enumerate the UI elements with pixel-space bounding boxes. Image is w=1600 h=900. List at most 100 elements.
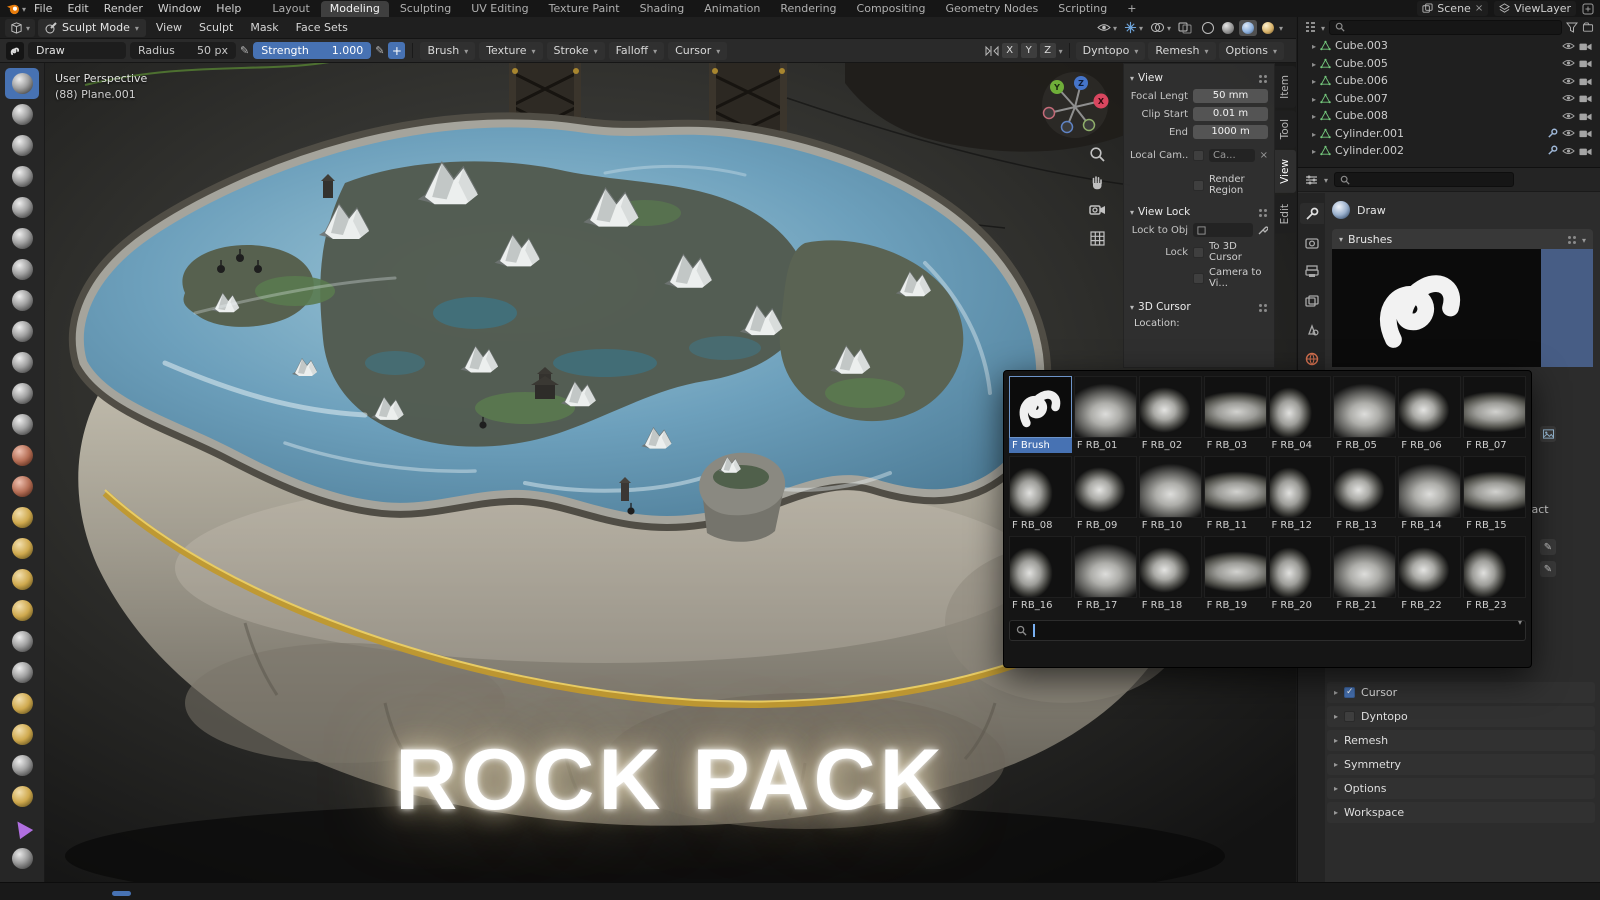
brush-thumbnail[interactable]: [1463, 536, 1526, 598]
stroke-popover[interactable]: Stroke: [547, 42, 605, 60]
object-name[interactable]: Cube.007: [1335, 92, 1558, 105]
tool-flatten[interactable]: [5, 378, 39, 409]
brush-thumbnail[interactable]: [1074, 376, 1137, 438]
tab-output[interactable]: [1300, 261, 1324, 282]
brush-thumbnail[interactable]: [1074, 456, 1137, 518]
brush-item[interactable]: F RB_13: [1333, 456, 1396, 533]
brush-item[interactable]: F RB_11: [1204, 456, 1267, 533]
workspace-tab-scripting[interactable]: Scripting: [1049, 1, 1116, 17]
properties-search-input[interactable]: [1334, 172, 1514, 187]
properties-editor-icon[interactable]: [1305, 174, 1318, 186]
overlays-dropdown[interactable]: [1150, 21, 1171, 34]
tool-multiplane-scrape[interactable]: [5, 471, 39, 502]
local-camera-checkbox[interactable]: [1193, 150, 1204, 161]
object-name[interactable]: Cube.003: [1335, 39, 1558, 52]
brush-item[interactable]: F RB_23: [1463, 536, 1526, 613]
outliner-search-input[interactable]: [1329, 20, 1562, 35]
disable-render-camera-icon[interactable]: [1579, 93, 1592, 103]
outliner-row[interactable]: Cube.008: [1298, 107, 1600, 125]
object-name[interactable]: Cube.008: [1335, 109, 1558, 122]
scene-selector[interactable]: Scene: [1417, 1, 1488, 16]
tool-snake-hook[interactable]: [5, 595, 39, 626]
brushes-panel-chevron-icon[interactable]: [1582, 233, 1586, 246]
axis-negx-handle[interactable]: [1044, 108, 1055, 119]
brush-thumbnail[interactable]: [1269, 536, 1332, 598]
texture-popover[interactable]: Texture: [479, 42, 542, 60]
outliner-editor-icon[interactable]: [1304, 21, 1317, 33]
eyedropper-icon[interactable]: [1258, 225, 1268, 235]
menu-render[interactable]: Render: [97, 1, 150, 16]
sidebar-tab-edit[interactable]: Edit: [1275, 195, 1296, 233]
move-view-hand-icon[interactable]: [1089, 174, 1106, 191]
brush-item[interactable]: F RB_03: [1204, 376, 1267, 453]
tool-layer[interactable]: [5, 223, 39, 254]
brush-item[interactable]: F RB_05: [1333, 376, 1396, 453]
panel-workspace[interactable]: Workspace: [1327, 802, 1595, 823]
brush-item[interactable]: F RB_19: [1204, 536, 1267, 613]
brush-thumbnail[interactable]: [1204, 536, 1267, 598]
new-viewlayer-icon[interactable]: [1582, 3, 1594, 15]
shading-rendered-button[interactable]: [1259, 20, 1277, 36]
brush-item[interactable]: F RB_09: [1074, 456, 1137, 533]
workspace-tab-layout[interactable]: Layout: [263, 1, 318, 17]
panel-cursor[interactable]: Cursor: [1327, 682, 1595, 703]
disable-render-camera-icon[interactable]: [1579, 128, 1592, 138]
panel-dyntopo[interactable]: Dyntopo: [1327, 706, 1595, 727]
add-workspace-button[interactable]: +: [1118, 1, 1145, 17]
workspace-tab-compositing[interactable]: Compositing: [848, 1, 935, 17]
object-visibility-dropdown[interactable]: [1097, 21, 1117, 34]
cursor-popover[interactable]: Cursor: [668, 42, 727, 60]
viewlayer-name[interactable]: ViewLayer: [1514, 2, 1571, 15]
image-side-icon[interactable]: [1540, 426, 1556, 442]
brush-item[interactable]: F RB_02: [1139, 376, 1202, 453]
outliner-row[interactable]: Cube.005: [1298, 55, 1600, 73]
clip-end-field[interactable]: 1000 m: [1193, 125, 1268, 139]
disable-render-camera-icon[interactable]: [1579, 76, 1592, 86]
properties-editor-chevron-icon[interactable]: [1324, 173, 1328, 186]
tool-grab[interactable]: [5, 533, 39, 564]
strength-slider[interactable]: Strength 1.000: [253, 42, 371, 59]
tab-render[interactable]: [1300, 232, 1324, 253]
view-lock-section-header[interactable]: View Lock: [1130, 206, 1268, 218]
hide-viewport-eye-icon[interactable]: [1562, 93, 1575, 103]
brushes-panel-header[interactable]: Brushes: [1332, 229, 1593, 249]
brush-item[interactable]: F RB_04: [1269, 376, 1332, 453]
brush-popover[interactable]: Brush: [420, 42, 475, 60]
xray-toggle[interactable]: [1178, 22, 1192, 34]
tool-pose[interactable]: [5, 657, 39, 688]
tool-thumb[interactable]: [5, 626, 39, 657]
brush-thumbnail[interactable]: [1204, 376, 1267, 438]
brush-item[interactable]: F RB_06: [1398, 376, 1461, 453]
menu-view[interactable]: View: [149, 19, 189, 36]
local-camera-field[interactable]: Ca...: [1209, 149, 1255, 162]
render-region-checkbox[interactable]: [1193, 180, 1204, 191]
brush-name-field[interactable]: Draw: [28, 42, 126, 59]
drag-dots-icon[interactable]: [1568, 236, 1571, 239]
filter-icon[interactable]: [1566, 22, 1578, 33]
options-popover[interactable]: Options: [1219, 42, 1284, 60]
mirror-y-button[interactable]: Y: [1021, 43, 1037, 58]
dyntopo-checkbox[interactable]: [1344, 711, 1355, 722]
active-brush-row[interactable]: Draw: [1332, 201, 1593, 219]
viewlayer-selector[interactable]: ViewLayer: [1494, 1, 1576, 16]
brush-thumbnail[interactable]: [1398, 376, 1461, 438]
tab-tool[interactable]: [1300, 203, 1324, 224]
brush-thumbnail[interactable]: [1463, 456, 1526, 518]
hide-viewport-eye-icon[interactable]: [1562, 128, 1575, 138]
new-collection-icon[interactable]: [1582, 22, 1594, 33]
sidebar-tab-item[interactable]: Item: [1275, 66, 1296, 108]
panel-remesh[interactable]: Remesh: [1327, 730, 1595, 751]
brush-item[interactable]: F RB_15: [1463, 456, 1526, 533]
workspace-tab-shading[interactable]: Shading: [631, 1, 694, 17]
workspace-tab-uv-editing[interactable]: UV Editing: [462, 1, 537, 17]
expand-icon[interactable]: [1312, 39, 1316, 52]
brush-item[interactable]: F RB_22: [1398, 536, 1461, 613]
brush-item[interactable]: F RB_08: [1009, 456, 1072, 533]
cursor-section-header[interactable]: 3D Cursor: [1130, 301, 1268, 313]
brush-browser-open-button[interactable]: [1541, 249, 1593, 367]
brush-thumbnail[interactable]: [1398, 456, 1461, 518]
tool-inflate[interactable]: [5, 254, 39, 285]
mirror-chevron-icon[interactable]: [1059, 44, 1063, 57]
axis-negz-handle[interactable]: [1062, 122, 1073, 133]
dyntopo-popover[interactable]: Dyntopo: [1076, 42, 1146, 60]
